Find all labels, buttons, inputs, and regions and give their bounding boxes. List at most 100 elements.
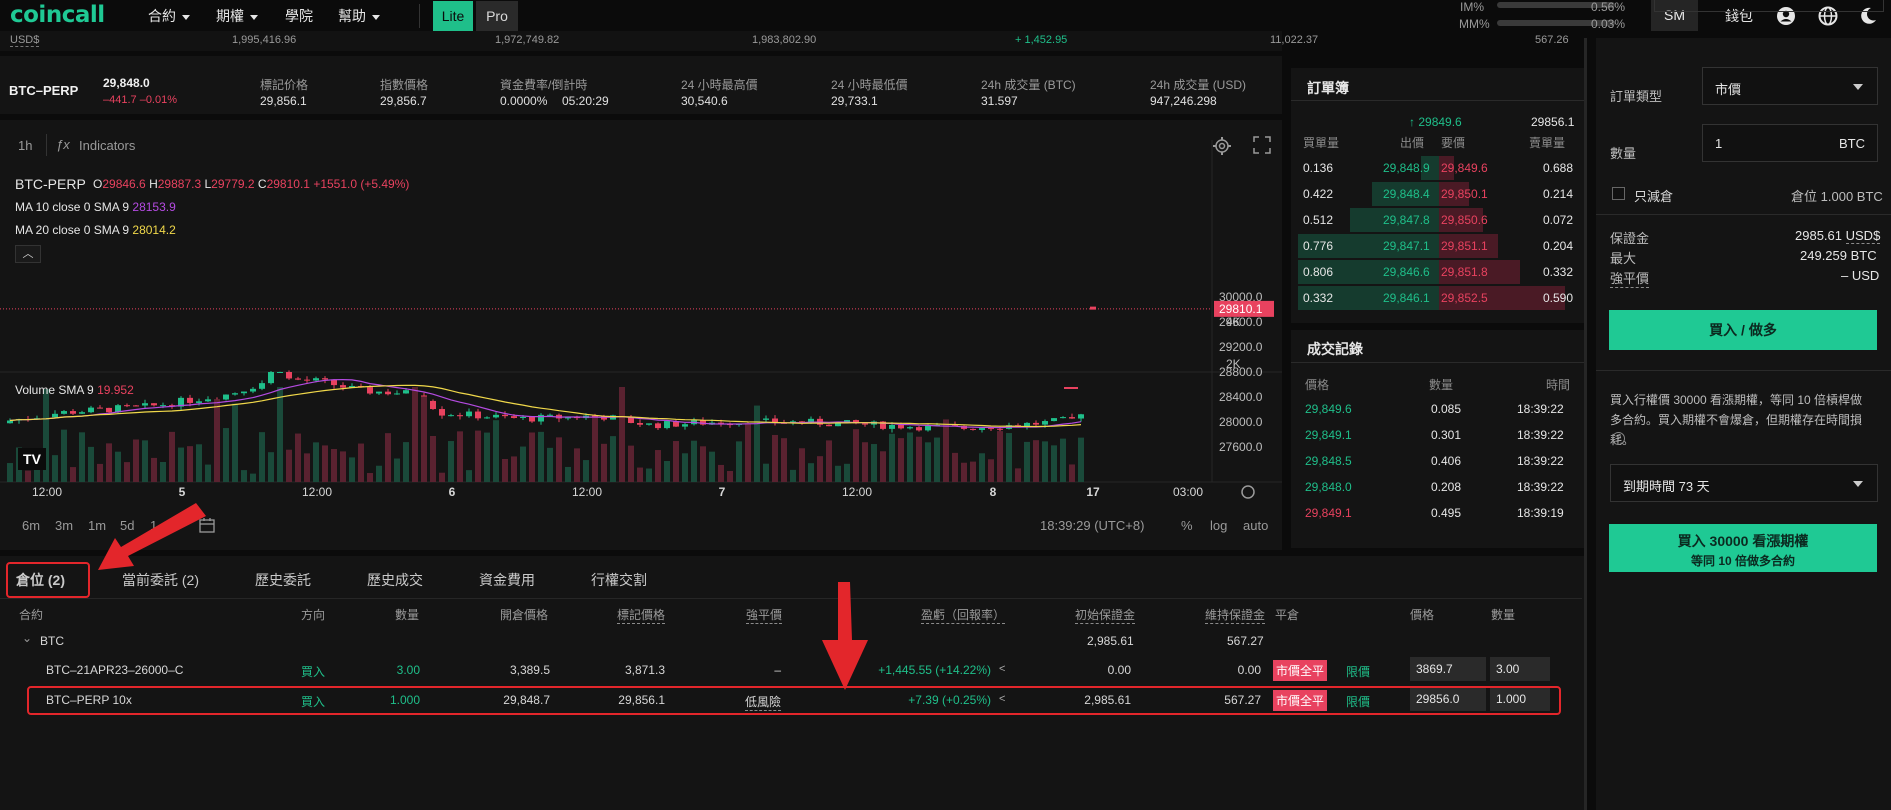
candle-body — [979, 428, 985, 430]
mm-label: MM% — [1459, 17, 1490, 31]
position-side: 買入 — [301, 665, 326, 679]
position-contract[interactable]: BTC–21APR23–26000–C — [46, 663, 183, 677]
range-3m[interactable]: 3m — [55, 518, 73, 533]
buy-long-button[interactable]: 買入 / 做多 — [1609, 310, 1877, 350]
tab-trade-history[interactable]: 歷史成交 — [367, 570, 423, 590]
time-tick-label: 7 — [719, 485, 726, 499]
trade-qty: 0.495 — [1431, 506, 1462, 520]
stat-value: 567.26 — [1535, 34, 1569, 46]
axis-settings-icon[interactable] — [1241, 485, 1255, 499]
pro-mode-button[interactable]: Pro — [476, 1, 518, 31]
range-6m[interactable]: 6m — [22, 518, 40, 533]
volume-bar — [529, 432, 535, 482]
time-tick-label: 6 — [449, 485, 456, 499]
account-stats-strip: USD$ 1,995,416.96 1,972,749.82 1,983,802… — [0, 31, 1569, 51]
order-book-row[interactable]: 0.512 29,847.8 29,850.6 0.072 — [1291, 207, 1587, 233]
nav-contracts[interactable]: 合約 — [148, 6, 190, 26]
market-close-button[interactable]: 市價全平 — [1273, 660, 1328, 681]
time-tick-label: 12:00 — [302, 485, 332, 499]
ask-price: 29,851.1 — [1441, 239, 1488, 253]
order-book-row[interactable]: 0.776 29,847.1 29,851.1 0.204 — [1291, 233, 1587, 259]
volume-bar — [439, 472, 445, 482]
expiry-select[interactable]: 到期時間 73 天 — [1610, 464, 1878, 502]
volume-bar — [1015, 468, 1021, 482]
range-1d[interactable]: 1 — [150, 518, 157, 533]
nav-help-label: 幫助 — [338, 8, 366, 24]
nav-academy[interactable]: 學院 — [285, 6, 313, 26]
volume-bar — [592, 417, 598, 482]
close-price-input[interactable]: 3869.7 — [1410, 657, 1486, 681]
order-book-row[interactable]: 0.332 29,846.1 29,852.5 0.590 — [1291, 285, 1587, 311]
annotation-box-positions-tab — [6, 562, 90, 598]
range-1m[interactable]: 1m — [88, 518, 106, 533]
candle-body — [7, 420, 13, 424]
price-chart-panel[interactable]: 1h ƒx Indicators BTC-PERP O29846.6 H2988… — [0, 120, 1282, 550]
candlestick-chart[interactable]: 30000.029600.029200.028800.028400.028000… — [0, 120, 1282, 500]
group-collapse-icon[interactable]: ⌄ — [22, 631, 32, 645]
margin-label: 保證金 — [1610, 231, 1650, 246]
candle-body — [889, 424, 895, 429]
buy-call-subtitle: 等同 10 倍做多合約 — [1690, 554, 1796, 568]
percent-scale-toggle[interactable]: % — [1181, 518, 1193, 533]
limit-close-button[interactable]: 限價 — [1346, 663, 1370, 680]
volume-bar — [412, 387, 418, 482]
im-value: 0.56% — [1591, 0, 1626, 14]
volume-bar — [187, 446, 193, 482]
volume-bar — [754, 405, 760, 482]
candle-body — [70, 411, 76, 414]
ask-qty: 0.332 — [1543, 265, 1574, 279]
volume-bar — [484, 432, 490, 482]
order-book-panel: 訂單簿 ↑ 29849.6 29856.1 買單量 出價 要價 賣單量 0.13… — [1291, 68, 1587, 323]
candle-body — [664, 421, 670, 429]
volume-bar — [313, 442, 319, 482]
ticker-symbol[interactable]: BTC–PERP — [9, 83, 78, 98]
close-qty-input[interactable]: 3.00 — [1490, 657, 1550, 681]
nav-options[interactable]: 期權 — [216, 6, 258, 26]
order-type-select[interactable]: 市價 — [1702, 67, 1878, 105]
candle-body — [88, 407, 94, 413]
candle-body — [232, 393, 238, 395]
share-icon[interactable]: < — [999, 663, 1005, 675]
divider — [1596, 214, 1891, 215]
order-book-row[interactable]: 0.422 29,848.4 29,850.1 0.214 — [1291, 181, 1587, 207]
auto-scale-toggle[interactable]: auto — [1243, 518, 1268, 533]
volume-bar — [394, 458, 400, 482]
log-scale-toggle[interactable]: log — [1210, 518, 1227, 533]
ask-qty: 0.214 — [1543, 187, 1574, 201]
volume-bar — [223, 428, 229, 482]
volume-bar — [880, 451, 886, 482]
calendar-icon[interactable] — [198, 516, 216, 534]
candle-body — [997, 428, 1003, 430]
volume-bar — [583, 460, 589, 482]
order-book-row[interactable]: 0.806 29,846.6 29,851.8 0.332 — [1291, 259, 1587, 285]
candle-body — [133, 405, 139, 407]
volume-bar — [727, 470, 733, 482]
candle-body — [682, 424, 688, 427]
volume-bar — [943, 419, 949, 482]
tab-order-history[interactable]: 歷史委託 — [255, 570, 311, 590]
tab-funding-fees[interactable]: 資金費用 — [479, 570, 535, 590]
order-book-row[interactable]: 0.136 29,848.9 29,849.6 0.688 — [1291, 155, 1587, 181]
tab-open-orders[interactable]: 當前委託 (2) — [122, 570, 199, 590]
qty-label: 數量 — [1610, 146, 1637, 161]
volume-bar — [646, 468, 652, 482]
volume-bar — [1060, 438, 1066, 482]
qty-input[interactable]: 1 BTC — [1702, 124, 1878, 162]
trade-history-title: 成交記錄 — [1307, 341, 1363, 357]
coincall-logo[interactable]: coincall — [10, 2, 105, 28]
nav-help[interactable]: 幫助 — [338, 6, 380, 26]
scrollbar[interactable] — [1584, 38, 1587, 810]
bid-price: 29,848.4 — [1383, 187, 1430, 201]
time-tick-label: 12:00 — [32, 485, 62, 499]
help-icon[interactable]: ? — [1612, 432, 1625, 445]
range-5d[interactable]: 5d — [120, 518, 134, 533]
tab-exercise[interactable]: 行權交割 — [591, 570, 647, 590]
volume-bar — [1042, 441, 1048, 482]
margin-value: 2985.61 USD$ — [1795, 228, 1881, 244]
reduce-only-checkbox[interactable] — [1612, 187, 1625, 200]
mark-price: 29856.1 — [1531, 115, 1575, 129]
col-pnl: 盈虧（回報率） — [921, 608, 1006, 624]
candle-body — [1060, 417, 1066, 419]
lite-mode-button[interactable]: Lite — [433, 1, 473, 31]
buy-call-option-button[interactable]: 買入 30000 看漲期權 等同 10 倍做多合約 — [1609, 524, 1877, 572]
